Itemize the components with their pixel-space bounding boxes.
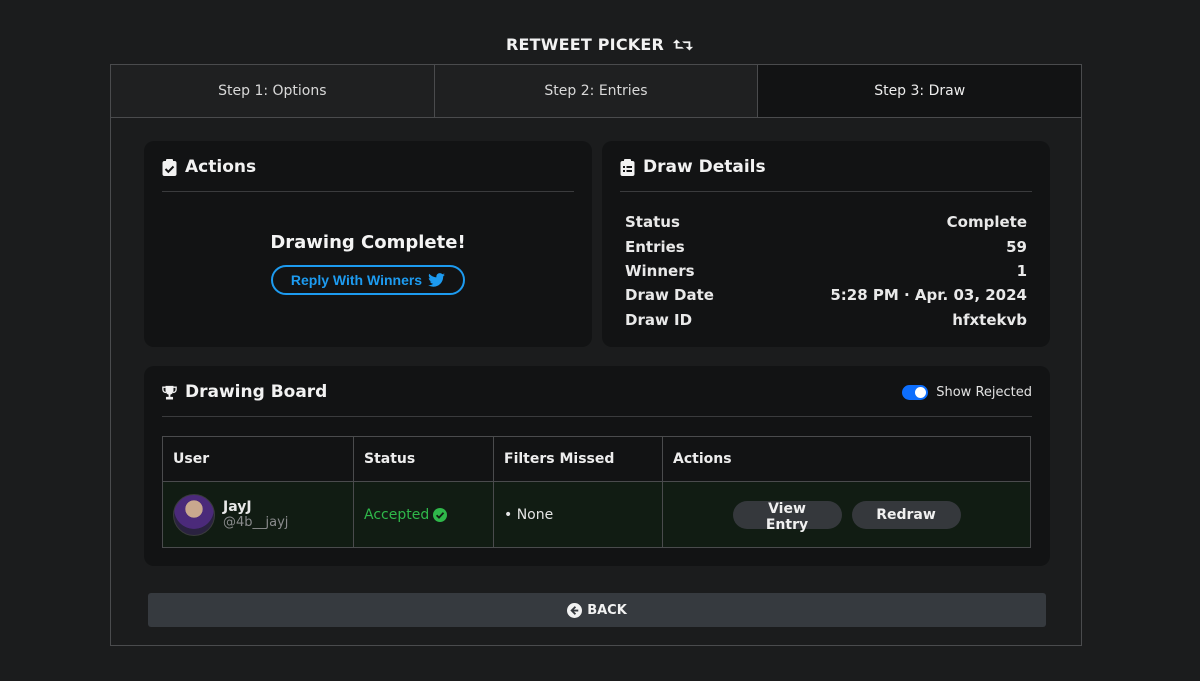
view-entry-button[interactable]: View Entry — [732, 500, 842, 533]
detail-row-entries: Entries 59 — [625, 234, 1027, 258]
avatar[interactable] — [173, 493, 215, 536]
column-header-filters-missed: Filters Missed — [493, 436, 663, 482]
column-header-status: Status — [353, 436, 494, 482]
actions-header: Actions — [162, 157, 574, 192]
show-rejected-toggle[interactable] — [902, 384, 929, 400]
detail-row-draw-id: Draw ID hfxtekvb — [625, 308, 1027, 332]
detail-label: Entries — [625, 237, 685, 256]
twitter-bird-icon — [428, 273, 445, 287]
step-tabs: Step 1: Options Step 2: Entries Step 3: … — [111, 65, 1082, 118]
detail-value: 5:28 PM · Apr. 03, 2024 — [830, 286, 1027, 305]
column-header-actions: Actions — [662, 436, 1031, 482]
show-rejected-label: Show Rejected — [936, 384, 1032, 400]
reply-with-winners-label: Reply With Winners — [290, 272, 423, 288]
status-text: Accepted — [364, 506, 430, 523]
back-button[interactable]: BACK — [148, 593, 1046, 627]
draw-details-heading: Draw Details — [643, 157, 766, 177]
drawing-board-heading: Drawing Board — [185, 382, 328, 402]
detail-value: 59 — [1006, 237, 1027, 256]
clipboard-check-icon — [162, 158, 177, 176]
drawing-board-header: Drawing Board Show Rejected — [162, 382, 1032, 417]
check-circle-icon — [433, 507, 448, 522]
column-header-user: User — [162, 436, 354, 482]
arrow-left-circle-icon — [567, 602, 583, 618]
detail-label: Draw Date — [625, 286, 714, 305]
draw-details-list: Status Complete Entries 59 Winners 1 Dra… — [625, 210, 1027, 332]
reply-with-winners-button[interactable]: Reply With Winners — [271, 265, 465, 295]
user-cell: JayJ @4b__jayj — [162, 481, 354, 548]
app-title-text: RETWEET PICKER — [505, 35, 665, 54]
draw-details-card: Draw Details Status Complete Entries 59 … — [602, 141, 1050, 347]
detail-value: 1 — [1016, 261, 1027, 280]
wizard-frame: Step 1: Options Step 2: Entries Step 3: … — [110, 64, 1082, 646]
detail-row-status: Status Complete — [625, 210, 1027, 234]
detail-value: hfxtekvb — [952, 310, 1027, 329]
user-name: JayJ — [223, 499, 252, 515]
clipboard-list-icon — [620, 158, 635, 176]
actions-card: Actions Drawing Complete! Reply With Win… — [144, 141, 592, 347]
user-handle: @4b__jayj — [223, 515, 289, 530]
detail-row-winners: Winners 1 — [625, 259, 1027, 283]
status-badge: Accepted — [364, 507, 493, 523]
table-header-row: User Status Filters Missed Actions — [162, 436, 1031, 482]
detail-label: Winners — [625, 261, 695, 280]
table-row: JayJ @4b__jayj Accepted • None View Entr… — [162, 481, 1031, 548]
show-rejected-control: Show Rejected — [902, 384, 1032, 400]
actions-cell: View Entry Redraw — [662, 481, 1031, 548]
draw-details-header: Draw Details — [620, 157, 1032, 192]
actions-heading: Actions — [185, 157, 257, 177]
tab-step-1-options[interactable]: Step 1: Options — [111, 65, 435, 117]
drawing-complete-text: Drawing Complete! — [270, 232, 466, 253]
trophy-icon — [162, 385, 177, 400]
filters-missed-cell: • None — [493, 481, 663, 548]
redraw-button[interactable]: Redraw — [851, 500, 961, 529]
detail-value: Complete — [946, 213, 1027, 232]
back-label: BACK — [587, 602, 627, 618]
app-title: RETWEET PICKER — [0, 35, 1200, 54]
detail-label: Draw ID — [625, 310, 693, 329]
tab-step-3-draw[interactable]: Step 3: Draw — [758, 65, 1082, 117]
status-cell: Accepted — [353, 481, 494, 548]
drawing-board-card: Drawing Board Show Rejected User Status … — [144, 366, 1050, 566]
retweet-icon — [672, 39, 694, 50]
detail-row-draw-date: Draw Date 5:28 PM · Apr. 03, 2024 — [625, 283, 1027, 307]
detail-label: Status — [625, 213, 680, 232]
toggle-knob — [915, 386, 927, 398]
drawing-board-table: User Status Filters Missed Actions JayJ … — [162, 436, 1031, 548]
tab-step-2-entries[interactable]: Step 2: Entries — [434, 65, 759, 117]
